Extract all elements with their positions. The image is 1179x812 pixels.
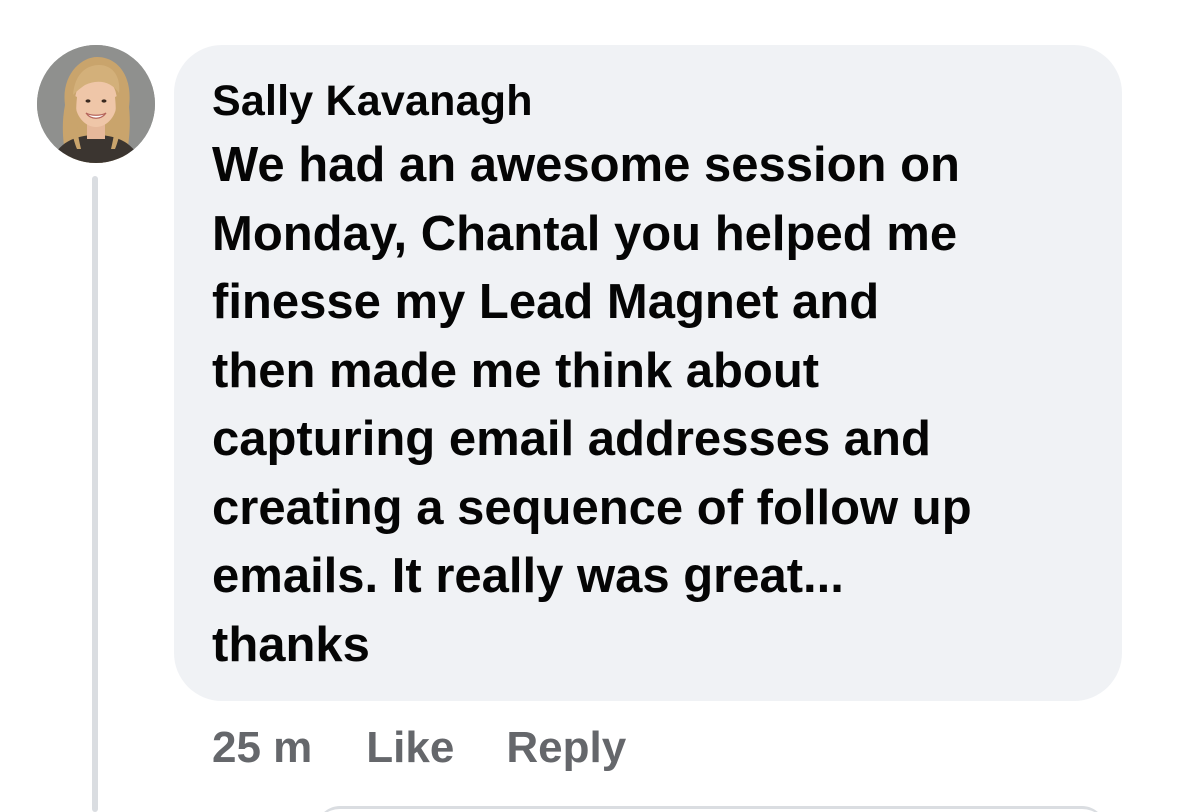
comment-text: We had an awesome session on Monday, Cha… [212, 138, 972, 672]
comment-bubble: Sally Kavanagh We had an awesome session… [174, 45, 1122, 701]
reply-button[interactable]: Reply [506, 720, 626, 776]
avatar[interactable] [37, 45, 155, 163]
next-comment-edge [316, 806, 1106, 812]
comment-thread: Sally Kavanagh We had an awesome session… [0, 0, 1179, 812]
comment-actions: 25 m Like Reply [212, 720, 626, 776]
comment-timestamp[interactable]: 25 m [212, 720, 312, 776]
thread-line [92, 176, 98, 812]
like-button[interactable]: Like [366, 720, 454, 776]
comment-author[interactable]: Sally Kavanagh [212, 73, 1082, 129]
user-photo-avatar-icon [37, 45, 155, 163]
